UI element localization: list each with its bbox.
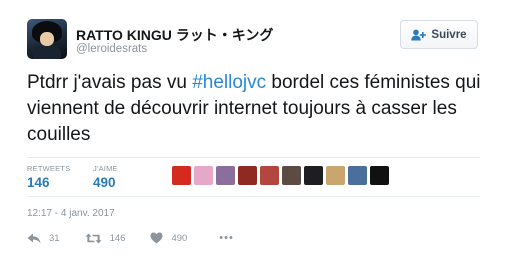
like-button[interactable]: 490 [150,232,187,244]
liker-avatar-5[interactable] [260,166,279,185]
tweet-text: Ptdrr j'avais pas vu #hellojvc bordel ce… [27,70,497,148]
divider-top [27,157,480,158]
avatar-face [40,32,54,46]
reply-count: 31 [49,232,60,244]
liker-avatar-7[interactable] [304,166,323,185]
liker-avatar-3[interactable] [216,166,235,185]
retweets-stat[interactable]: RETWEETS 146 [27,164,70,190]
follow-button[interactable]: Suivre [400,20,478,49]
liker-avatar-1[interactable] [172,166,191,185]
hashtag-link[interactable]: #hellojvc [192,72,266,93]
liker-avatar-4[interactable] [238,166,257,185]
divider-bottom [27,196,480,197]
user-avatar[interactable] [27,19,67,59]
retweets-label: RETWEETS [27,164,71,173]
avatar-coat [33,46,61,59]
more-options-icon: ••• [219,232,234,244]
liker-avatar-9[interactable] [348,166,367,185]
user-display-name[interactable]: RATTO KINGU ラット・キング [76,25,273,45]
more-options-button[interactable]: ••• [219,232,234,244]
likes-stat[interactable]: J'AIME 490 [93,164,118,190]
liker-avatar-8[interactable] [326,166,345,185]
like-count: 490 [171,232,188,244]
retweet-button[interactable]: 146 [85,232,126,244]
liker-avatar-6[interactable] [282,166,301,185]
heart-icon [150,232,163,244]
tweet-actions: 31 146 490 ••• [27,232,234,244]
liker-avatars [172,166,389,185]
liker-avatar-2[interactable] [194,166,213,185]
add-user-icon [411,29,427,40]
liker-avatar-10[interactable] [370,166,389,185]
reply-icon [27,233,41,243]
follow-button-label: Suivre [431,28,467,41]
tweet-timestamp[interactable]: 12:17 - 4 janv. 2017 [27,208,115,219]
reply-button[interactable]: 31 [27,233,60,244]
tweet-text-start: Ptdrr j'avais pas vu [27,72,193,93]
retweet-icon [85,233,102,243]
retweets-count: 146 [27,175,50,190]
likes-count: 490 [93,175,116,190]
user-handle[interactable]: @leroidesrats [76,43,147,55]
retweet-count: 146 [109,232,126,244]
likes-label: J'AIME [93,164,118,173]
